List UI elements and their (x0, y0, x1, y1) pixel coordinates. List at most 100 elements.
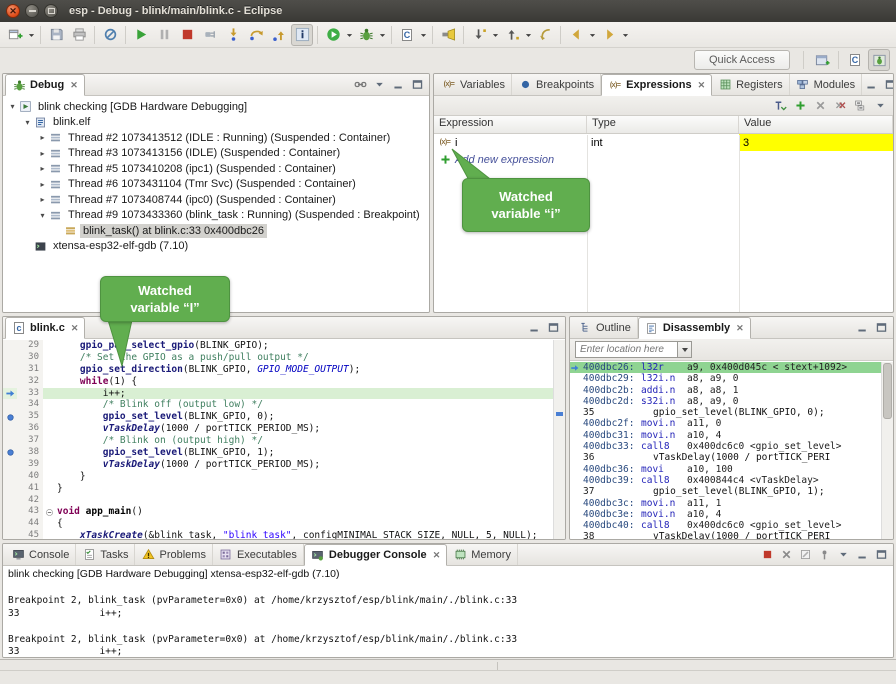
tab-outline[interactable]: Outline (572, 317, 638, 338)
line-number[interactable]: 31 (17, 364, 43, 376)
minimize-icon[interactable] (853, 319, 871, 337)
fold-column[interactable] (43, 459, 55, 471)
editor-content[interactable]: 29 gpio_pad_select_gpio(BLINK_GPIO);30 /… (3, 340, 553, 539)
tab-debug[interactable]: Debug✕ (5, 74, 85, 96)
fold-column[interactable] (43, 376, 55, 388)
maximize-icon[interactable] (544, 319, 562, 337)
line-number[interactable]: 38 (17, 447, 43, 459)
line-marker[interactable] (3, 364, 17, 376)
tab-blink-c[interactable]: cblink.c✕ (5, 317, 85, 339)
next-annotation-icon[interactable] (468, 24, 490, 46)
tab-modules[interactable]: Modules (790, 74, 863, 95)
last-edit-location-icon[interactable] (534, 24, 556, 46)
line-marker[interactable] (3, 459, 17, 471)
tree-item[interactable]: ▸Thread #6 1073431104 (Tmr Svc) (Suspend… (3, 177, 429, 193)
line-number[interactable]: 43 (17, 506, 43, 518)
line-marker[interactable] (3, 530, 17, 539)
tab-registers[interactable]: Registers (712, 74, 789, 95)
fold-column[interactable] (43, 388, 55, 400)
fold-column[interactable] (43, 435, 55, 447)
tree-item[interactable]: ▸Thread #2 1073413512 (IDLE : Running) (… (3, 130, 429, 146)
view-menu-icon[interactable] (370, 76, 388, 94)
step-over-icon[interactable] (245, 24, 267, 46)
fold-column[interactable] (43, 495, 55, 507)
maximize-icon[interactable] (872, 319, 890, 337)
minimize-icon[interactable] (525, 319, 543, 337)
quick-access-button[interactable]: Quick Access (694, 50, 790, 70)
instruction-pointer-icon[interactable] (3, 388, 17, 400)
line-number[interactable]: 36 (17, 423, 43, 435)
line-number[interactable]: 37 (17, 435, 43, 447)
dropdown-icon[interactable] (27, 24, 36, 46)
tree-item[interactable]: ▾blink checking [GDB Hardware Debugging] (3, 99, 429, 115)
minimize-icon[interactable] (862, 76, 880, 94)
dropdown-icon[interactable] (621, 24, 630, 46)
add-expression-row[interactable]: Add new expression (434, 151, 893, 168)
fold-column[interactable] (43, 352, 55, 364)
fold-column[interactable] (43, 364, 55, 376)
cpp-perspective-icon[interactable]: C (844, 49, 866, 71)
line-number[interactable]: 34 (17, 399, 43, 411)
fold-column[interactable] (43, 411, 55, 423)
window-close-button[interactable]: ✕ (6, 4, 20, 18)
fold-column[interactable] (43, 518, 55, 530)
expander-down-icon[interactable]: ▾ (22, 118, 33, 127)
tree-item[interactable]: ▸Thread #3 1073413156 (IDLE) (Suspended … (3, 146, 429, 162)
step-return-icon[interactable] (268, 24, 290, 46)
skip-breakpoints-icon[interactable] (99, 24, 121, 46)
save-icon[interactable] (45, 24, 67, 46)
minimize-icon[interactable] (389, 76, 407, 94)
tab-executables[interactable]: Executables (213, 544, 304, 565)
remove-all-expressions-icon[interactable] (831, 97, 849, 115)
disconnect-icon[interactable] (199, 24, 221, 46)
line-number[interactable]: 44 (17, 518, 43, 530)
new-watch-icon[interactable] (791, 97, 809, 115)
pin-console-icon[interactable] (815, 546, 833, 564)
fold-column[interactable] (43, 447, 55, 459)
line-marker[interactable] (3, 483, 17, 495)
line-number[interactable]: 42 (17, 495, 43, 507)
location-input[interactable] (575, 341, 677, 358)
close-tab-icon[interactable]: ✕ (698, 80, 706, 91)
line-number[interactable]: 39 (17, 459, 43, 471)
fold-column[interactable] (43, 340, 55, 352)
step-into-icon[interactable] (222, 24, 244, 46)
forward-icon[interactable] (598, 24, 620, 46)
fold-minus-icon[interactable] (43, 506, 55, 518)
back-icon[interactable] (565, 24, 587, 46)
tab-breakpoints[interactable]: Breakpoints (512, 74, 601, 95)
line-marker[interactable] (3, 435, 17, 447)
new-wizard-icon[interactable] (4, 24, 26, 46)
breakpoint-icon[interactable] (3, 411, 17, 423)
tree-item[interactable]: ▾Thread #9 1073433360 (blink_task : Runn… (3, 208, 429, 224)
disassembly-scrollbar[interactable] (881, 362, 893, 539)
maximize-icon[interactable] (872, 546, 890, 564)
line-number[interactable]: 35 (17, 411, 43, 423)
maximize-icon[interactable] (881, 76, 894, 94)
expression-row[interactable]: (x)=iint3 (434, 134, 893, 151)
tab-console[interactable]: Console (5, 544, 76, 565)
open-perspective-icon[interactable] (811, 49, 833, 71)
line-marker[interactable] (3, 340, 17, 352)
terminate-icon[interactable] (176, 24, 198, 46)
view-menu-icon[interactable] (871, 97, 889, 115)
line-marker[interactable] (3, 423, 17, 435)
tab-variables[interactable]: (x)=Variables (436, 74, 512, 95)
line-number[interactable]: 33 (17, 388, 43, 400)
tab-debugger-console[interactable]: Debugger Console✕ (304, 544, 447, 566)
fold-column[interactable] (43, 399, 55, 411)
expander-right-icon[interactable]: ▸ (37, 180, 48, 189)
expander-down-icon[interactable]: ▾ (7, 102, 18, 111)
show-types-icon[interactable] (771, 97, 789, 115)
expander-right-icon[interactable]: ▸ (37, 133, 48, 142)
tree-item[interactable]: ▸Thread #7 1073408744 (ipc0) (Suspended … (3, 192, 429, 208)
minimize-icon[interactable] (853, 546, 871, 564)
line-marker[interactable] (3, 376, 17, 388)
titlebar[interactable]: ✕ esp - Debug - blink/main/blink.c - Ecl… (0, 0, 896, 22)
new-c-project-icon[interactable]: C (396, 24, 418, 46)
line-number[interactable]: 32 (17, 376, 43, 388)
disassembly-content[interactable]: 400dbc26:l32ra9, 0x400d045c < stext+1092… (570, 362, 881, 539)
remove-launch-icon[interactable] (777, 546, 795, 564)
window-maximize-button[interactable] (44, 4, 58, 18)
terminate-red-icon[interactable] (758, 546, 776, 564)
